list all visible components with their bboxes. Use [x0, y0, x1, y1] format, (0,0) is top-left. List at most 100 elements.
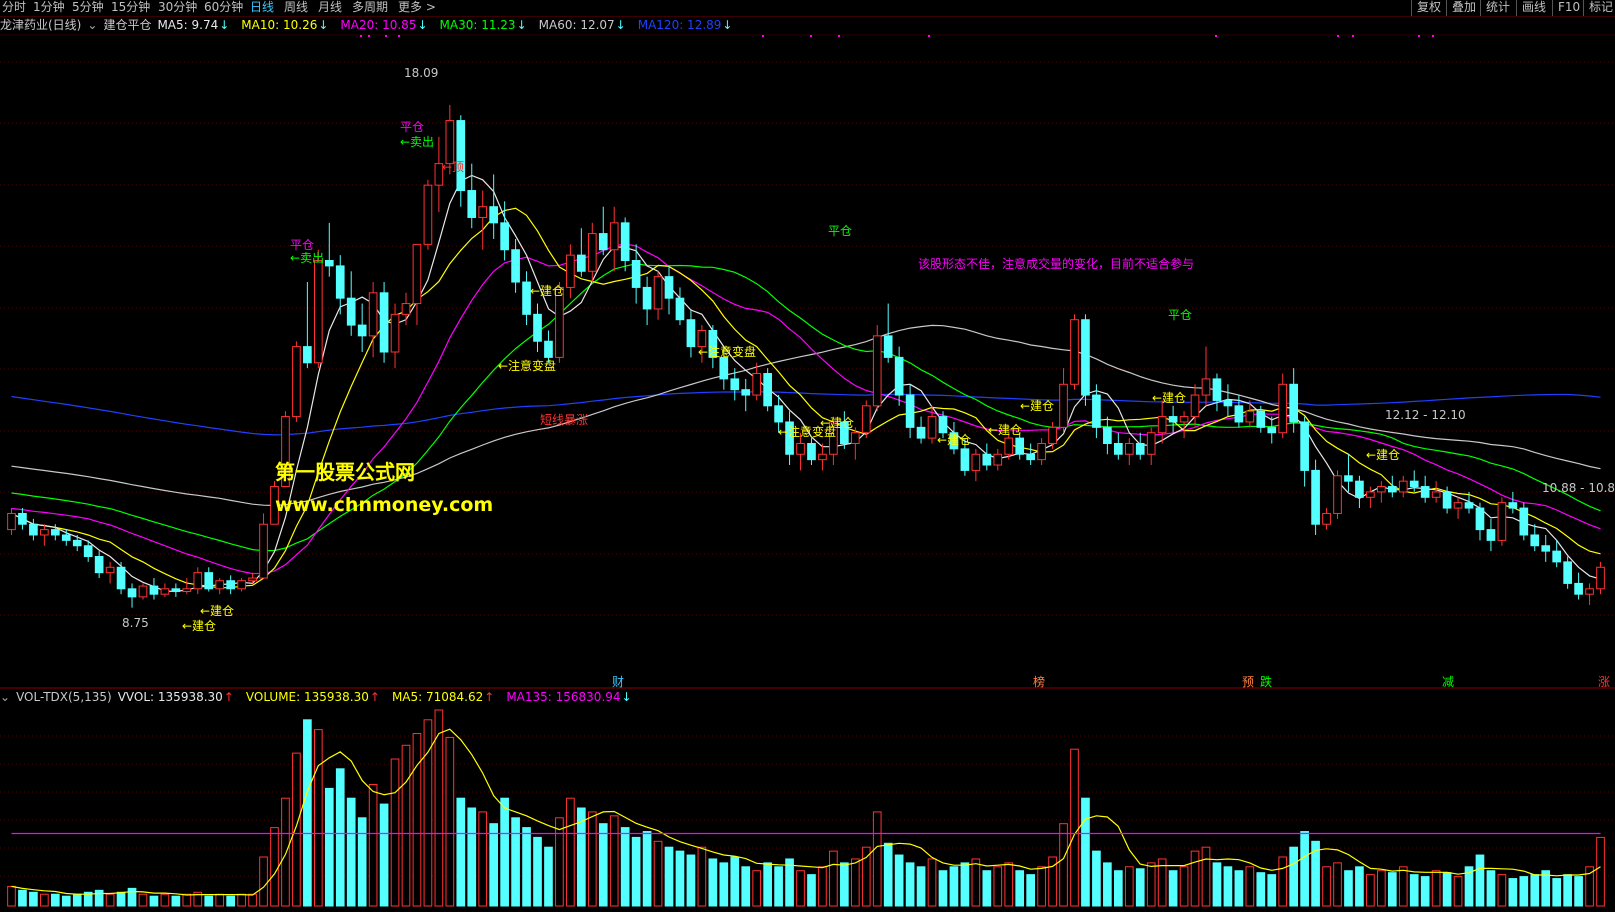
volume-bar: [1135, 868, 1145, 907]
candle: [577, 228, 586, 277]
volume-bar: [1344, 870, 1353, 907]
candle: [1377, 481, 1386, 503]
candle: [1333, 470, 1342, 519]
candle: [72, 534, 82, 552]
volume-bar: [1168, 870, 1178, 907]
candle: [664, 265, 674, 315]
volume-bar: [905, 862, 915, 907]
candle: [741, 378, 751, 412]
volume-bar: [434, 709, 444, 907]
candle: [1366, 486, 1375, 509]
volume-bar: [259, 856, 268, 907]
candle: [653, 271, 663, 320]
volume-bar: [774, 866, 783, 907]
volume-bar: [50, 893, 60, 907]
candle: [259, 513, 268, 579]
candle: [587, 222, 597, 283]
annotation-watch-2: ←注意变盘: [698, 345, 757, 359]
volume-bar: [675, 850, 685, 907]
volume-bar: [1563, 874, 1572, 907]
annotation-events-2: 预: [1242, 675, 1255, 689]
volume-bar: [544, 846, 553, 907]
candle: [993, 448, 1003, 471]
annotation-build-5: ←建仓: [988, 423, 1023, 437]
volume-bar: [1508, 878, 1518, 907]
candle: [204, 567, 214, 592]
volume-bar: [1333, 862, 1342, 907]
candle: [1563, 556, 1572, 589]
candle: [379, 282, 389, 363]
annotation-warning: 该股形态不佳，注意成交量的变化，目前不适合参与: [918, 257, 1195, 271]
volume-bar: [752, 870, 762, 907]
candle: [489, 174, 499, 239]
volume-bar: [1486, 870, 1496, 907]
volume-bar: [445, 736, 455, 907]
volume-bar: [883, 842, 893, 907]
volume-bar: [850, 858, 860, 907]
candles: [7, 104, 1605, 608]
volume-bar: [642, 831, 652, 907]
volume-bar: [489, 823, 499, 907]
candle: [763, 368, 772, 412]
candle: [1201, 346, 1211, 406]
volume-bar: [1278, 856, 1288, 907]
candle: [807, 438, 816, 466]
candle: [105, 561, 115, 584]
volume-bar: [796, 870, 805, 907]
volume-bar: [1070, 748, 1079, 907]
volume-bar: [840, 862, 849, 907]
volume-bar: [1398, 866, 1408, 907]
volume-bar: [204, 895, 214, 907]
annotation-close-4: 平仓: [1168, 308, 1193, 322]
volume-bar: [1113, 870, 1123, 907]
candle: [1355, 475, 1364, 509]
candle: [412, 243, 422, 326]
volume-bar: [226, 895, 235, 907]
volume-bar: [1387, 872, 1397, 907]
candle: [138, 583, 148, 600]
candle: [631, 244, 641, 304]
annotation-top: ←顶: [442, 160, 465, 174]
volume-bar: [631, 836, 641, 907]
candle: [971, 448, 981, 482]
volume-bar: [818, 866, 827, 907]
volume-bar: [324, 787, 334, 907]
candle: [1530, 524, 1540, 552]
volume-bar: [1201, 846, 1211, 907]
candle: [1081, 314, 1090, 406]
volume-bar: [1366, 874, 1375, 907]
candle: [1311, 459, 1320, 535]
candle: [1322, 508, 1331, 530]
candle: [1387, 475, 1397, 498]
volume-bar: [467, 807, 477, 907]
annotation-short-rise: 短线暴涨: [540, 413, 589, 427]
volume-bar: [620, 827, 630, 907]
candle: [160, 583, 170, 597]
candle: [1124, 438, 1134, 466]
candle: [127, 583, 137, 608]
watermark-title: 第一股票公式网: [275, 460, 415, 484]
volume-bar: [248, 893, 257, 907]
volume-bar: [960, 862, 970, 907]
volume-bar: [138, 893, 148, 907]
annotation-build-8: ←建仓: [1366, 448, 1401, 462]
candle: [467, 163, 477, 229]
volume-bar: [894, 854, 904, 907]
candle: [1048, 421, 1057, 449]
candle: [609, 206, 619, 272]
volume-bar: [1442, 872, 1452, 907]
annotation-build-2: ←建仓: [530, 284, 565, 298]
volume-bar: [872, 811, 882, 907]
candle: [303, 282, 312, 369]
volume-bar: [927, 858, 937, 907]
volume-bar: [292, 752, 301, 907]
candle: [1168, 405, 1178, 433]
volume-bar: [598, 823, 608, 907]
volume-bar: [478, 811, 488, 907]
volume-bar: [719, 862, 729, 907]
volume-bar: [1289, 846, 1299, 907]
candle: [1037, 438, 1046, 466]
ma20-line: [11, 243, 1601, 575]
candle: [478, 190, 488, 250]
candle: [1092, 384, 1101, 439]
